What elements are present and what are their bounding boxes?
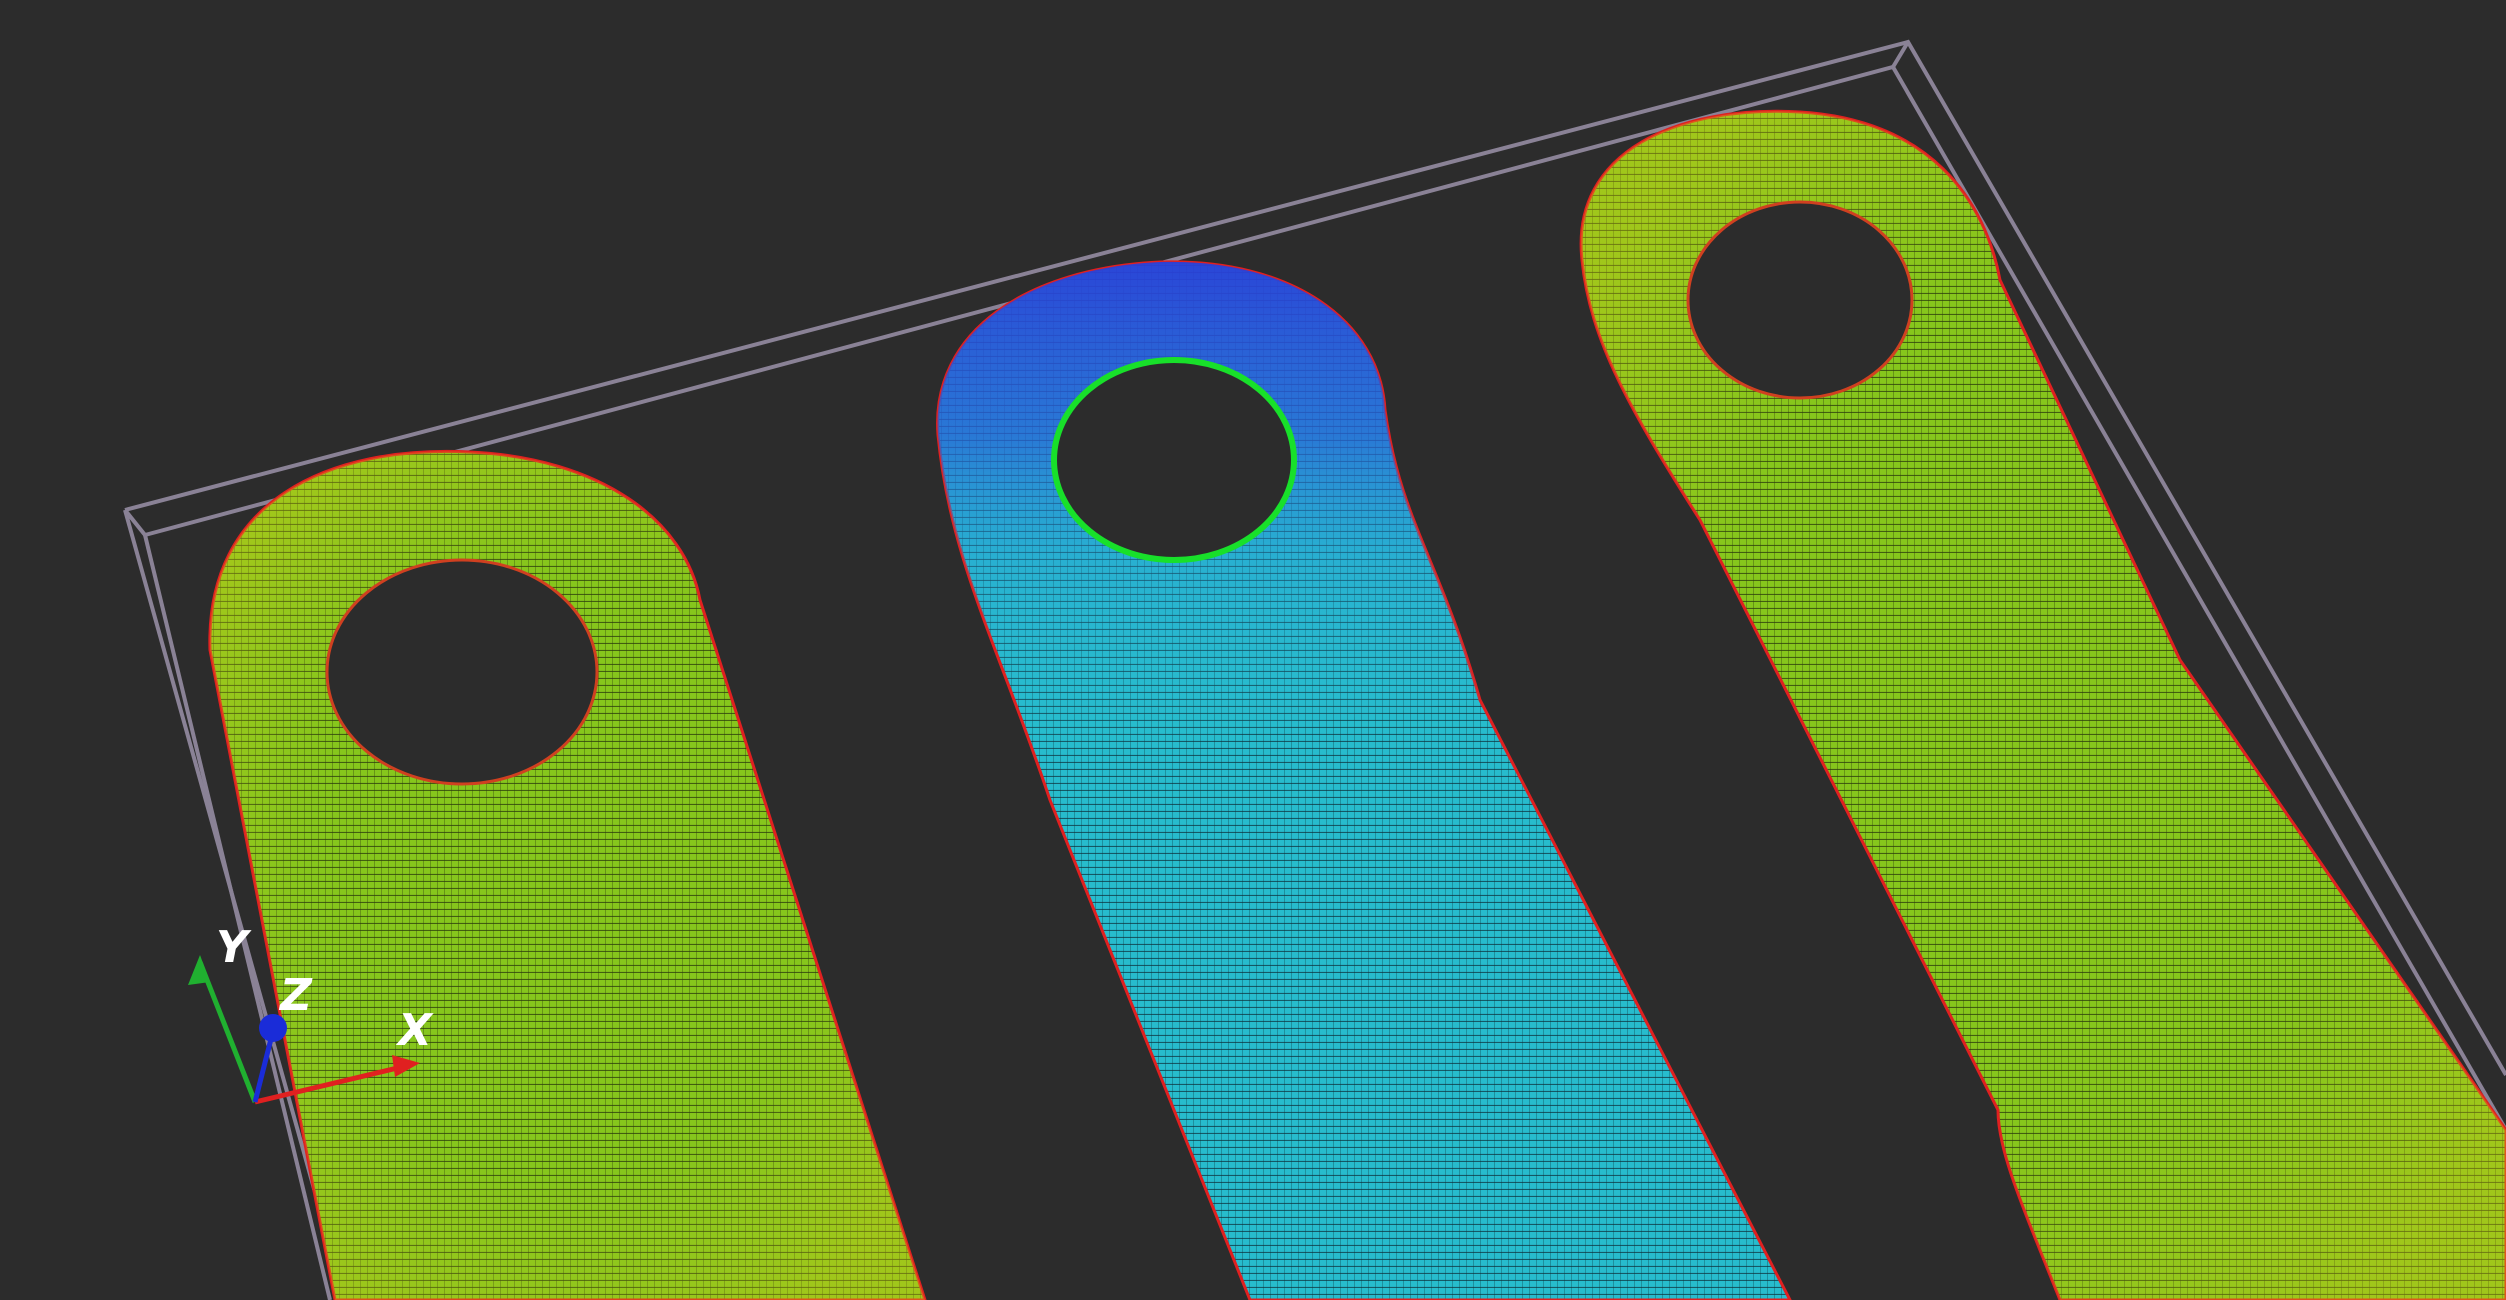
point-cloud-scene[interactable]: Y Z X (0, 0, 2506, 1300)
right-part-hole (1686, 200, 1914, 400)
left-part-hole (325, 558, 599, 786)
y-axis-label: Y (216, 922, 252, 973)
middle-part-hole (1051, 357, 1297, 563)
z-axis-line (252, 1034, 275, 1103)
3d-viewport[interactable]: Y Z X (0, 0, 2506, 1300)
y-axis-line (197, 961, 258, 1103)
y-axis-arrow-icon (188, 955, 210, 985)
x-axis-label: X (395, 1005, 434, 1056)
z-axis-label: Z (278, 970, 313, 1021)
right-part[interactable] (1579, 109, 2506, 1300)
left-part[interactable] (208, 449, 927, 1300)
